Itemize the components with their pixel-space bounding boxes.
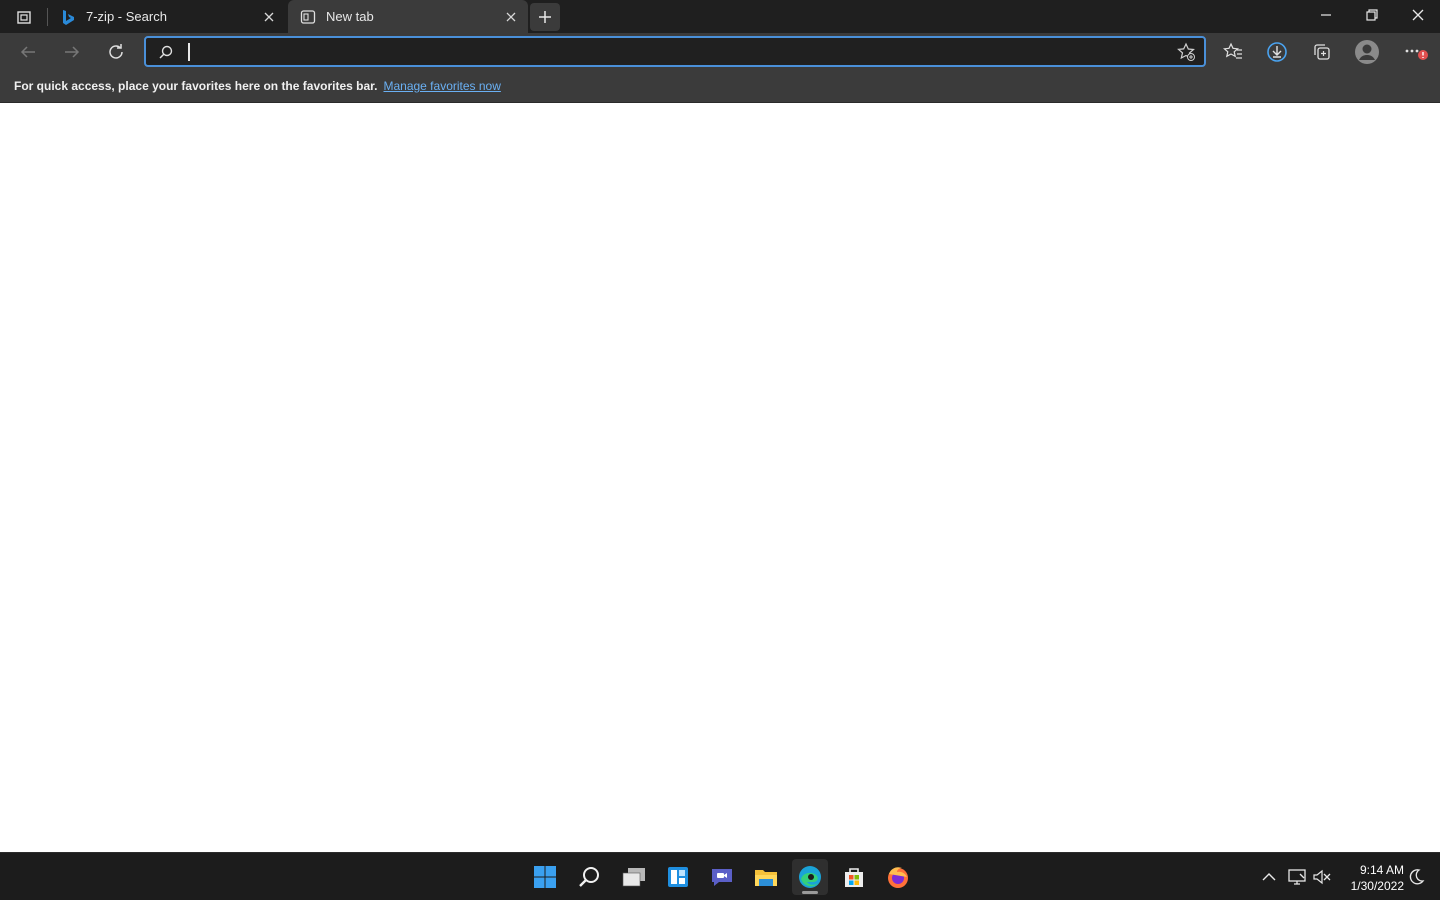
newtab-page-icon	[300, 9, 316, 25]
star-add-icon	[1177, 42, 1195, 61]
volume-button[interactable]	[1310, 865, 1334, 889]
volume-muted-icon	[1313, 869, 1331, 885]
tab-title: New tab	[326, 9, 374, 24]
network-icon	[1288, 869, 1306, 885]
minimize-button[interactable]	[1303, 0, 1349, 30]
active-indicator	[802, 891, 818, 894]
refresh-button[interactable]	[100, 36, 132, 68]
task-view-icon	[622, 868, 645, 887]
text-caret	[188, 43, 190, 61]
focus-assist-button[interactable]	[1404, 865, 1428, 889]
forward-arrow-icon	[65, 46, 80, 58]
edge-icon	[799, 866, 821, 888]
network-status-button[interactable]	[1285, 865, 1309, 889]
add-favorite-button[interactable]	[1174, 41, 1198, 63]
forward-button[interactable]	[56, 36, 88, 68]
back-arrow-icon	[20, 46, 35, 58]
tab-title: 7-zip - Search	[86, 9, 167, 24]
firefox-icon	[888, 867, 908, 888]
start-icon	[534, 866, 556, 888]
close-icon	[1412, 9, 1424, 21]
minimize-icon	[1321, 14, 1331, 16]
favorites-icon	[1223, 42, 1242, 59]
bing-icon	[60, 9, 76, 25]
manage-favorites-link[interactable]: Manage favorites now	[383, 79, 500, 93]
favorites-bar-message: For quick access, place your favorites h…	[14, 79, 378, 93]
favorites-button[interactable]	[1217, 36, 1249, 68]
back-button[interactable]	[12, 36, 44, 68]
edge-taskbar-button[interactable]	[792, 859, 828, 895]
refresh-icon	[109, 44, 123, 59]
file-explorer-icon	[755, 870, 777, 886]
collections-icon	[1314, 44, 1330, 60]
collections-button[interactable]	[1306, 36, 1338, 68]
chevron-up-icon	[1262, 873, 1276, 881]
clock-time: 9:14 AM	[1359, 863, 1404, 877]
chat-button[interactable]	[704, 859, 740, 895]
search-icon	[579, 867, 599, 887]
restore-icon	[1366, 9, 1378, 21]
close-window-button[interactable]	[1395, 0, 1440, 30]
store-icon	[845, 868, 863, 887]
new-tab-button[interactable]	[530, 3, 560, 31]
address-bar[interactable]	[144, 36, 1206, 67]
close-tab-icon[interactable]	[258, 6, 280, 28]
address-input[interactable]	[186, 40, 1146, 63]
widgets-icon	[668, 867, 688, 887]
favorites-bar: For quick access, place your favorites h…	[0, 70, 1440, 103]
tab-actions-button[interactable]	[9, 4, 39, 30]
system-clock[interactable]: 9:14 AM 1/30/2022	[1336, 862, 1404, 894]
profile-button[interactable]	[1351, 36, 1383, 68]
tab-actions-icon	[17, 11, 31, 24]
restore-button[interactable]	[1349, 0, 1395, 30]
plus-icon	[539, 11, 551, 23]
title-bar: 7-zip - Search New tab	[0, 0, 1440, 33]
page-content-area	[0, 104, 1440, 852]
store-button[interactable]	[836, 859, 872, 895]
profile-avatar-icon	[1355, 40, 1379, 64]
moon-icon	[1409, 869, 1425, 885]
tab-7zip-search[interactable]: 7-zip - Search	[48, 0, 286, 33]
browser-toolbar	[0, 33, 1440, 70]
chat-icon	[712, 869, 732, 886]
tab-new-tab[interactable]: New tab	[288, 0, 528, 33]
downloads-button[interactable]	[1261, 36, 1293, 68]
settings-more-button[interactable]	[1400, 36, 1432, 68]
taskbar: 9:14 AM 1/30/2022	[0, 852, 1440, 900]
widgets-button[interactable]	[660, 859, 696, 895]
more-dots-icon	[1405, 49, 1428, 60]
clock-date: 1/30/2022	[1350, 879, 1404, 893]
taskbar-search-button[interactable]	[572, 859, 608, 895]
close-tab-icon[interactable]	[500, 6, 522, 28]
file-explorer-button[interactable]	[748, 859, 784, 895]
task-view-button[interactable]	[616, 859, 652, 895]
download-icon	[1267, 42, 1287, 62]
search-icon	[157, 43, 175, 61]
firefox-button[interactable]	[880, 859, 916, 895]
show-hidden-icons-button[interactable]	[1257, 865, 1281, 889]
start-button[interactable]	[527, 859, 563, 895]
